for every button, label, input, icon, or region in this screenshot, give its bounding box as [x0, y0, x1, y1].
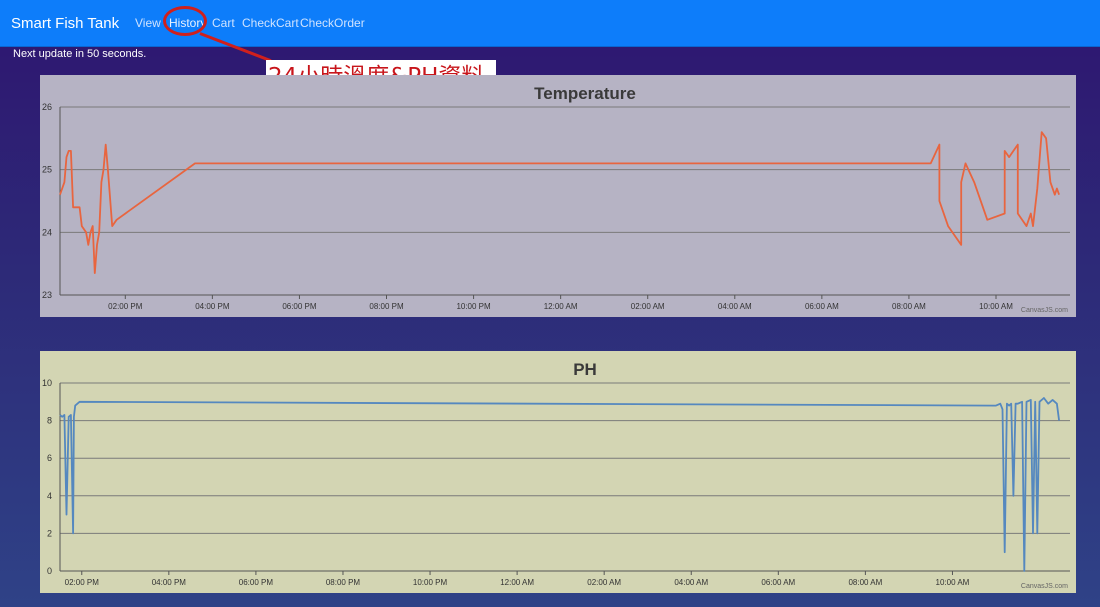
- x-tick-label: 08:00 AM: [892, 302, 926, 311]
- x-tick-label: 04:00 AM: [718, 302, 752, 311]
- x-tick-label: 08:00 AM: [848, 578, 882, 587]
- temperature-chart-panel: Temperature 23 24 25 26 02:00 PM 04:00 PM 06:00…: [40, 75, 1076, 317]
- series-line-0: [59, 397, 1060, 572]
- x-tick-label: 02:00 AM: [587, 578, 621, 587]
- nav-link-checkcart[interactable]: CheckCart: [242, 16, 299, 30]
- y-tick-label: 23: [42, 290, 52, 300]
- canvasjs-watermark: CanvasJS.com: [1021, 307, 1068, 314]
- x-tick-label: 04:00 PM: [195, 302, 230, 311]
- series-line-0: [59, 131, 1060, 274]
- ph-chart: PH 0 2 4 6 8 10 02:00 PM 04:00 PM 06:00 PM 08:00 P…: [42, 360, 1070, 590]
- x-tick-label: 10:00 PM: [456, 302, 491, 311]
- chart-title: PH: [573, 360, 597, 379]
- y-tick-label: 10: [42, 378, 52, 388]
- brand-title[interactable]: Smart Fish Tank: [11, 15, 119, 32]
- temperature-chart: Temperature 23 24 25 26 02:00 PM 04:00 PM 06:00…: [42, 84, 1070, 314]
- chart-title: Temperature: [534, 84, 636, 103]
- x-tick-label: 10:00 AM: [979, 302, 1013, 311]
- x-tick-label: 02:00 AM: [631, 302, 665, 311]
- x-tick-label: 10:00 PM: [413, 578, 448, 587]
- x-tick-label: 02:00 PM: [65, 578, 100, 587]
- x-tick-label: 12:00 AM: [544, 302, 578, 311]
- x-tick-label: 08:00 PM: [369, 302, 404, 311]
- y-tick-label: 6: [47, 453, 52, 463]
- x-tick-label: 12:00 AM: [500, 578, 534, 587]
- y-tick-label: 4: [47, 491, 52, 501]
- nav-link-checkorder[interactable]: CheckOrder: [300, 16, 365, 30]
- x-tick-label: 04:00 AM: [674, 578, 708, 587]
- y-tick-label: 8: [47, 416, 52, 426]
- x-tick-label: 06:00 PM: [239, 578, 274, 587]
- y-tick-label: 26: [42, 102, 52, 112]
- y-tick-label: 2: [47, 528, 52, 538]
- ph-chart-panel: PH 0 2 4 6 8 10 02:00 PM 04:00 PM 06:00 PM 08:00 P…: [40, 351, 1076, 593]
- y-tick-label: 24: [42, 227, 52, 237]
- update-countdown-text: Next update in 50 seconds.: [13, 48, 147, 60]
- canvasjs-watermark: CanvasJS.com: [1021, 583, 1068, 590]
- x-tick-label: 10:00 AM: [936, 578, 970, 587]
- y-tick-label: 0: [47, 566, 52, 576]
- x-tick-label: 08:00 PM: [326, 578, 361, 587]
- nav-link-view[interactable]: View: [135, 16, 161, 30]
- x-tick-label: 06:00 PM: [282, 302, 317, 311]
- y-tick-label: 25: [42, 165, 52, 175]
- x-tick-label: 02:00 PM: [108, 302, 143, 311]
- nav-link-cart[interactable]: Cart: [212, 16, 235, 30]
- x-tick-label: 06:00 AM: [761, 578, 795, 587]
- x-tick-label: 06:00 AM: [805, 302, 839, 311]
- x-tick-label: 04:00 PM: [152, 578, 187, 587]
